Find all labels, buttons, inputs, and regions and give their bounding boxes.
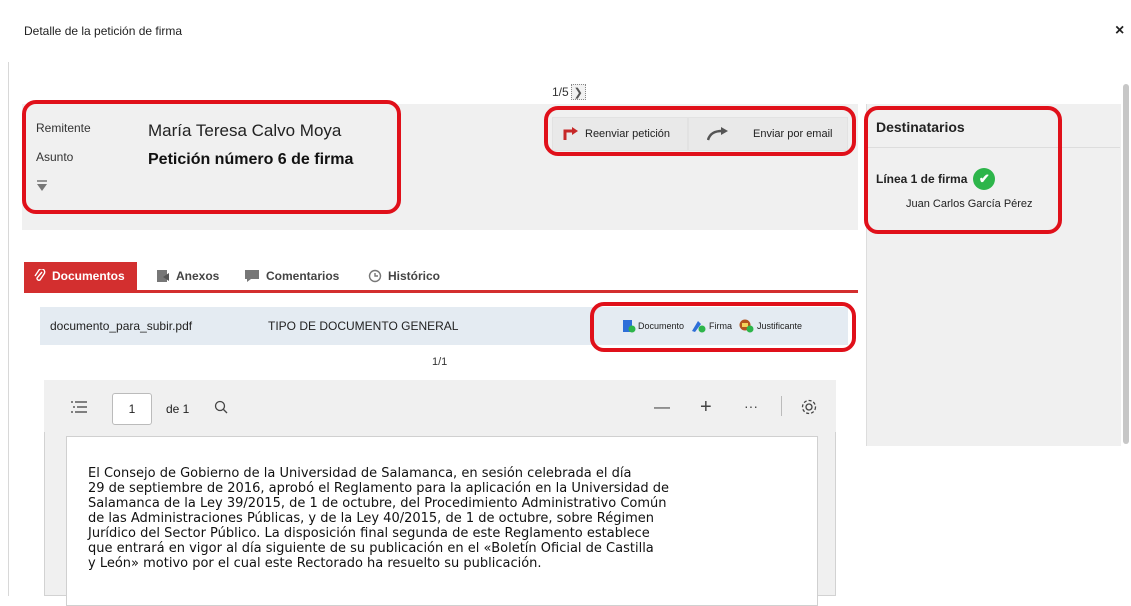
settings-button[interactable]: [800, 398, 818, 419]
toolbar-divider: [781, 396, 782, 416]
tab-historico[interactable]: Histórico: [368, 262, 440, 290]
gear-icon: [801, 399, 817, 415]
pdf-text-line: 29 de septiembre de 2016, aprobó el Regl…: [88, 481, 670, 496]
expand-details-icon[interactable]: [36, 179, 48, 196]
chevron-right-icon[interactable]: ❯: [570, 84, 586, 100]
zoom-in-button[interactable]: +: [700, 396, 712, 419]
more-options-button[interactable]: ···: [744, 398, 758, 414]
list-icon: [71, 401, 87, 413]
document-filename[interactable]: documento_para_subir.pdf: [50, 319, 192, 333]
dialog-title: Detalle de la petición de firma: [24, 24, 183, 38]
pager-text: 1/5: [552, 85, 569, 99]
zoom-out-button[interactable]: —: [654, 399, 670, 417]
signature-line-label: Línea 1 de firma: [876, 172, 968, 186]
pdf-text-line: El Consejo de Gobierno de la Universidad…: [88, 466, 632, 481]
send-email-button[interactable]: Enviar por email: [688, 117, 848, 151]
tab-comentarios[interactable]: Comentarios: [244, 262, 339, 290]
history-icon: [368, 269, 382, 283]
pdf-text-line: Salamanca de la Ley 39/2015, de 1 de oct…: [88, 496, 667, 511]
outline-toggle[interactable]: [70, 400, 88, 417]
tab-historico-label: Histórico: [388, 269, 441, 283]
tab-anexos-label: Anexos: [176, 269, 220, 283]
document-button-label: Documento: [638, 321, 685, 331]
subject-label: Asunto: [36, 150, 74, 164]
sender-label: Remitente: [36, 121, 91, 135]
page-number-input[interactable]: 1: [112, 393, 152, 425]
document-actions: Documento Firma Justificante: [622, 319, 802, 333]
document-type: TIPO DE DOCUMENTO GENERAL: [268, 319, 459, 333]
pdf-text-line: y León» motivo por el cual este Rectorad…: [88, 556, 542, 571]
send-email-label: Enviar por email: [753, 128, 833, 140]
pdf-page-text: El Consejo de Gobierno de la Universidad…: [88, 466, 788, 571]
attachment-doc-icon: [157, 270, 169, 282]
signature-download-icon: [692, 321, 706, 333]
search-button[interactable]: [214, 400, 228, 417]
tab-anexos[interactable]: Anexos: [156, 262, 219, 290]
tab-comentarios-label: Comentarios: [266, 269, 340, 283]
download-document-button[interactable]: Documento: [622, 319, 684, 333]
signature-line: Línea 1 de firma ✔: [876, 168, 996, 190]
filter-icon: [37, 180, 47, 191]
share-arrow-icon: [707, 127, 728, 141]
receipt-button-label: Justificante: [757, 321, 803, 331]
document-download-icon: [623, 320, 636, 333]
download-receipt-button[interactable]: Justificante: [739, 319, 802, 333]
pdf-text-line: de las Administraciones Públicas, y de l…: [88, 511, 655, 526]
request-pager: 1/5 ❯: [552, 84, 586, 100]
pdf-toolbar: [44, 380, 836, 432]
tab-documentos[interactable]: Documentos: [24, 262, 137, 290]
dialog-left-border: [8, 62, 9, 596]
document-page-count: 1/1: [432, 356, 448, 368]
pdf-text-line: Jurídico del Sector Público. La disposic…: [88, 526, 650, 541]
resend-label: Reenviar petición: [585, 128, 670, 140]
paperclip-icon: [34, 269, 46, 281]
page-total: de 1: [166, 402, 190, 416]
receipt-download-icon: [739, 319, 754, 333]
check-icon: ✔: [973, 168, 996, 190]
recipients-title: Destinatarios: [876, 119, 965, 135]
request-actions: Reenviar petición Enviar por email: [552, 117, 848, 151]
tab-documentos-label: Documentos: [52, 269, 125, 283]
resend-button[interactable]: Reenviar petición: [552, 117, 688, 151]
recipients-panel: [866, 104, 1121, 446]
sender-value: María Teresa Calvo Moya: [148, 121, 342, 140]
resend-icon: [563, 127, 578, 140]
search-icon: [214, 400, 228, 414]
signature-button-label: Firma: [709, 321, 733, 331]
recipient-name: Juan Carlos García Pérez: [906, 198, 1033, 210]
comment-icon: [245, 270, 259, 282]
download-signature-button[interactable]: Firma: [691, 319, 732, 333]
pdf-text-line: que entrará en vigor al día siguiente de…: [88, 541, 654, 556]
tab-bar: Documentos Anexos Comentarios Histórico: [24, 262, 858, 293]
subject-value: Petición número 6 de firma: [148, 151, 354, 168]
recipients-divider: [866, 147, 1120, 148]
close-button[interactable]: ×: [1115, 22, 1124, 40]
scrollbar[interactable]: [1123, 84, 1129, 444]
